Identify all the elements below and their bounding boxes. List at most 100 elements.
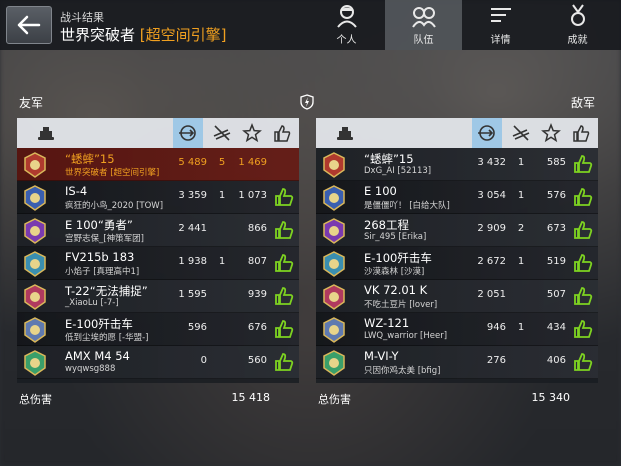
player-name: 疯狂的小鸟_2020 [TOW] xyxy=(65,201,164,211)
thumbs-up-icon[interactable] xyxy=(570,122,592,144)
enemies-total-label: 总伤害 xyxy=(318,393,351,406)
like-button-icon[interactable] xyxy=(273,186,295,208)
back-button[interactable] xyxy=(6,6,52,44)
clan-tag: [超空间引擎] xyxy=(139,26,227,44)
player-row[interactable]: E 100 是僵僵吖！ [白给大队] 3 054 1 576 xyxy=(316,181,598,214)
like-button-icon[interactable] xyxy=(572,219,594,241)
damage-shell-icon xyxy=(478,125,495,141)
score-value: 676 xyxy=(247,322,267,333)
player-name: 世界突破者 [超空间引擎] xyxy=(65,168,160,178)
like-button-icon[interactable] xyxy=(572,351,594,373)
tank-name: M-VI-Y xyxy=(364,349,399,363)
rank-badge-icon xyxy=(323,350,345,376)
rank-badge-icon xyxy=(323,317,345,343)
player-name: 只因你鸡太美 [bfig] xyxy=(364,366,441,376)
arrow-left-icon xyxy=(17,15,41,35)
score-value: 1 469 xyxy=(238,157,267,168)
tank-name: WZ-121 xyxy=(364,316,410,330)
star-icon[interactable] xyxy=(241,122,263,144)
tab-label: 详情 xyxy=(490,35,511,46)
tab-personal[interactable]: 个人 xyxy=(308,0,385,50)
player-name: 沙漠森林 [沙漠] xyxy=(364,267,425,277)
player-name: 小焰子 [真理高中1] xyxy=(65,267,140,277)
allies-label: 友军 xyxy=(19,96,44,110)
damage-value: 1 595 xyxy=(178,289,207,300)
player-name: 是僵僵吖！ [白给大队] xyxy=(364,201,450,211)
team-soldiers-icon xyxy=(411,7,436,28)
tank-name: E 100“勇者” xyxy=(65,218,133,232)
damage-value: 946 xyxy=(486,322,506,333)
like-button-icon[interactable] xyxy=(273,351,295,373)
player-row[interactable]: 268工程 Sir_495 [Erika] 2 909 2 673 xyxy=(316,214,598,247)
allies-total-damage: 15 418 xyxy=(231,391,271,404)
tab-achievements[interactable]: 成就 xyxy=(539,0,616,50)
allies-total-label: 总伤害 xyxy=(19,393,52,406)
rank-badge-icon xyxy=(323,218,345,244)
tank-icon xyxy=(337,127,353,140)
player-row[interactable]: E-100歼击车 沙漠森林 [沙漠] 2 672 1 519 xyxy=(316,247,598,280)
rank-badge-icon xyxy=(323,284,345,310)
damage-value: 5 489 xyxy=(178,157,207,168)
player-row[interactable]: FV215b 183 小焰子 [真理高中1] 1 938 1 807 xyxy=(17,247,299,280)
tab-label: 个人 xyxy=(336,35,357,46)
rank-badge-icon xyxy=(323,251,345,277)
tab-details[interactable]: 详情 xyxy=(462,0,539,50)
player-name: LWQ_warrior [Heer] xyxy=(364,331,448,341)
thumbs-up-icon[interactable] xyxy=(271,122,293,144)
like-button-icon[interactable] xyxy=(273,252,295,274)
score-value: 406 xyxy=(546,355,566,366)
player-row[interactable]: VK 72.01 K 不吃土豆片 [lover] 2 051 507 xyxy=(316,280,598,313)
tab-bar: 个人 队伍 详情 成就 xyxy=(308,0,616,50)
rank-badge-icon xyxy=(24,218,46,244)
player-row[interactable]: M-VI-Y 只因你鸡太美 [bfig] 276 406 xyxy=(316,346,598,379)
like-button-icon[interactable] xyxy=(572,153,594,175)
rank-badge-icon xyxy=(24,152,46,178)
score-value: 576 xyxy=(546,190,566,201)
player-name: Sir_495 [Erika] xyxy=(364,232,427,242)
star-icon[interactable] xyxy=(540,122,562,144)
kills-icon[interactable] xyxy=(211,122,233,144)
like-button-icon[interactable] xyxy=(572,318,594,340)
single-soldier-icon xyxy=(336,5,357,28)
player-row[interactable]: AMX M4 54 wyqwsg888 0 560 xyxy=(17,346,299,379)
score-value: 866 xyxy=(247,223,267,234)
mode-name: 世界突破者 xyxy=(60,26,136,44)
player-name: DxG_AI [52113] xyxy=(364,166,432,176)
like-button-icon[interactable] xyxy=(273,285,295,307)
enemies-table-header xyxy=(316,118,598,148)
tank-name: E-100歼击车 xyxy=(65,317,133,331)
player-row[interactable]: E 100“勇者” 宫野志保_[神策军团] 2 441 866 xyxy=(17,214,299,247)
score-value: 673 xyxy=(546,223,566,234)
enemies-label: 敌军 xyxy=(571,96,596,110)
tab-label: 队伍 xyxy=(413,35,434,46)
like-button-icon[interactable] xyxy=(273,318,295,340)
like-button-icon[interactable] xyxy=(572,186,594,208)
damage-value: 2 672 xyxy=(477,256,506,267)
enemies-total-damage: 15 340 xyxy=(531,391,571,404)
kills-icon[interactable] xyxy=(510,122,532,144)
tank-name: “蟋蟀”15 xyxy=(65,152,115,166)
tab-team[interactable]: 队伍 xyxy=(385,0,462,50)
enemies-list: “蟋蟀”15 DxG_AI [52113] 3 432 1 585 E 100 是僵僵吖！ … xyxy=(316,148,598,379)
rank-badge-icon xyxy=(24,350,46,376)
tank-name: AMX M4 54 xyxy=(65,349,130,363)
score-value: 1 073 xyxy=(238,190,267,201)
damage-value: 596 xyxy=(187,322,207,333)
player-row[interactable]: “蟋蟀”15 世界突破者 [超空间引擎] 5 489 5 1 469 xyxy=(17,148,299,181)
player-row[interactable]: WZ-121 LWQ_warrior [Heer] 946 1 434 xyxy=(316,313,598,346)
player-row[interactable]: IS-4 疯狂的小鸟_2020 [TOW] 3 359 1 1 073 xyxy=(17,181,299,214)
score-value: 434 xyxy=(546,322,566,333)
player-row[interactable]: T-22“无法捕捉” _XiaoLu [-7-] 1 595 939 xyxy=(17,280,299,313)
like-button-icon[interactable] xyxy=(572,252,594,274)
like-button-icon[interactable] xyxy=(273,219,295,241)
tank-name: “蟋蟀”15 xyxy=(364,152,414,166)
tank-icon xyxy=(38,127,54,140)
rank-badge-icon xyxy=(24,317,46,343)
score-value: 807 xyxy=(247,256,267,267)
tank-name: VK 72.01 K xyxy=(364,283,428,297)
like-button-icon[interactable] xyxy=(572,285,594,307)
player-row[interactable]: E-100歼击车 低到尘埃的愿 [-华盟-] 596 676 xyxy=(17,313,299,346)
damage-value: 2 909 xyxy=(477,223,506,234)
mode-title: 世界突破者 [超空间引擎] xyxy=(60,24,227,45)
player-row[interactable]: “蟋蟀”15 DxG_AI [52113] 3 432 1 585 xyxy=(316,148,598,181)
